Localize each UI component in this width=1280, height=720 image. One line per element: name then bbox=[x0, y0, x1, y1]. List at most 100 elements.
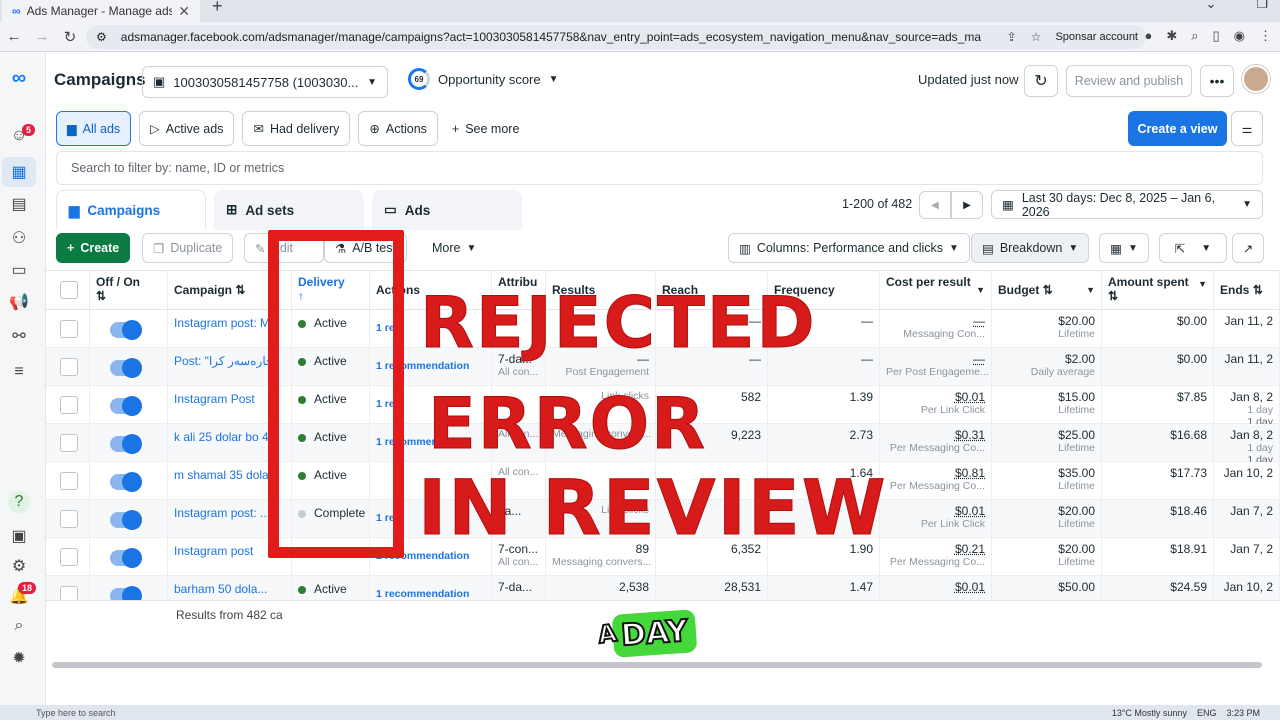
review-publish-button[interactable]: Review and publish bbox=[1066, 65, 1192, 97]
more-options-button[interactable]: ••• bbox=[1200, 65, 1234, 97]
prev-page-button[interactable]: ◀ bbox=[919, 191, 951, 219]
columns-label: Columns: Performance and clicks bbox=[756, 241, 943, 255]
export-button[interactable]: ⇱ ▼ bbox=[1159, 233, 1227, 263]
browser-tab[interactable]: ∞ Ads Manager - Manage ads - Ca ✕ bbox=[2, 0, 200, 22]
avatar[interactable] bbox=[1242, 65, 1270, 93]
settings-sliders-icon[interactable]: ⚌ bbox=[1231, 111, 1263, 146]
create-button[interactable]: + Create bbox=[56, 233, 131, 263]
campaign-name-link[interactable]: k ali 25 dolar bo 4 bbox=[174, 430, 269, 444]
sidepanel-icon[interactable]: ▯ bbox=[1213, 28, 1220, 44]
row-checkbox[interactable] bbox=[60, 434, 78, 452]
menu-icon[interactable]: ≡ bbox=[8, 361, 30, 383]
campaign-name-link[interactable]: barham 50 dola... bbox=[174, 582, 267, 596]
filter-active-ads[interactable]: ▷ Active ads bbox=[139, 111, 235, 146]
cell-freq: 2.73 bbox=[768, 424, 880, 462]
account-name: 1003030581457758 (1003030... bbox=[173, 74, 359, 90]
campaign-name-link[interactable]: m shamal 35 dolar bbox=[174, 468, 273, 482]
campaign-name-link[interactable]: Instagram Post bbox=[174, 392, 255, 406]
filter-had-delivery[interactable]: ✉ Had delivery bbox=[242, 111, 351, 146]
row-checkbox[interactable] bbox=[60, 396, 78, 414]
col-ends[interactable]: Ends ⇅ bbox=[1214, 271, 1280, 311]
bug-icon[interactable]: ✹ bbox=[8, 647, 30, 669]
tab-campaigns[interactable]: ▆ Campaigns bbox=[56, 190, 206, 230]
on-off-toggle[interactable] bbox=[110, 358, 142, 378]
row-checkbox[interactable] bbox=[60, 510, 78, 528]
maximize-icon[interactable]: ❐ bbox=[1256, 0, 1268, 12]
row-checkbox[interactable] bbox=[60, 320, 78, 338]
recommendation-link[interactable]: 1 recommendation bbox=[376, 588, 469, 600]
campaign-name-link[interactable]: Instagram post: ... bbox=[174, 506, 270, 520]
search-icon[interactable]: ⌕ bbox=[1191, 28, 1198, 44]
close-tab-icon[interactable]: ✕ bbox=[178, 3, 190, 20]
reload-icon[interactable]: ↻ bbox=[56, 28, 84, 46]
on-off-toggle[interactable] bbox=[110, 548, 142, 568]
audience-icon[interactable]: ⚇ bbox=[8, 227, 30, 249]
on-off-toggle[interactable] bbox=[110, 320, 142, 340]
menu-icon[interactable]: ⋮ bbox=[1259, 28, 1272, 44]
on-off-toggle[interactable] bbox=[110, 434, 142, 454]
campaign-name-link[interactable]: Instagram post: M bbox=[174, 316, 270, 330]
new-tab-icon[interactable]: + bbox=[212, 0, 223, 17]
col-amount-spent[interactable]: Amount spent ▼ ⇅ bbox=[1102, 271, 1214, 311]
chevron-down-icon[interactable]: ⌄ bbox=[1205, 0, 1216, 12]
refresh-button[interactable]: ↻ bbox=[1024, 65, 1058, 97]
caret-down-icon: ▼ bbox=[1198, 279, 1207, 289]
meta-logo-icon[interactable]: ∞ bbox=[8, 67, 30, 89]
more-button[interactable]: More ▼ bbox=[422, 233, 487, 263]
filter-all-ads[interactable]: ▆ All ads bbox=[56, 111, 132, 146]
site-info-icon[interactable]: ⚙ bbox=[96, 30, 107, 44]
row-checkbox[interactable] bbox=[60, 472, 78, 490]
taskbar-search[interactable]: Type here to search bbox=[36, 708, 186, 718]
on-off-toggle[interactable] bbox=[110, 510, 142, 530]
cookie-icon[interactable]: ● bbox=[1144, 28, 1152, 44]
tab-ad-sets[interactable]: ⊞ Ad sets bbox=[214, 190, 364, 230]
help-icon[interactable]: ? bbox=[8, 491, 30, 513]
breakdown-button[interactable]: ▤ Breakdown ▼ bbox=[971, 233, 1090, 263]
tab-ads[interactable]: ▭ Ads bbox=[372, 190, 522, 230]
account-selector[interactable]: ▣ 1003030581457758 (1003030... ▼ bbox=[142, 66, 388, 98]
cell-subtext: Lifetime bbox=[1058, 556, 1095, 568]
create-view-button[interactable]: Create a view bbox=[1128, 111, 1227, 146]
forward-icon[interactable]: → bbox=[28, 28, 56, 45]
os-taskbar: Type here to search 13°C Mostly sunny EN… bbox=[0, 705, 1280, 720]
horizontal-scrollbar[interactable] bbox=[52, 662, 1262, 668]
col-cost-per-result[interactable]: Cost per result ▼ bbox=[880, 271, 992, 311]
back-icon[interactable]: ← bbox=[0, 28, 28, 45]
share-icon[interactable]: ⇪ bbox=[1007, 30, 1017, 44]
on-off-toggle[interactable] bbox=[110, 472, 142, 492]
row-checkbox[interactable] bbox=[60, 548, 78, 566]
filter-actions[interactable]: ⊕ Actions bbox=[358, 111, 438, 146]
puzzle-icon[interactable]: ✱ bbox=[1166, 28, 1177, 44]
star-icon[interactable]: ☆ bbox=[1031, 30, 1042, 44]
see-more-button[interactable]: + See more bbox=[446, 111, 526, 146]
search-icon[interactable]: ⌕ bbox=[8, 615, 30, 637]
date-range-picker[interactable]: ▦ Last 30 days: Dec 8, 2025 – Jan 6, 202… bbox=[991, 190, 1263, 219]
billing-icon[interactable]: ▭ bbox=[8, 259, 30, 281]
alerts-badge: 18 bbox=[18, 582, 37, 594]
row-checkbox[interactable] bbox=[60, 358, 78, 376]
gear-icon[interactable]: ⚙ bbox=[8, 555, 30, 577]
pages-icon[interactable]: ▤ bbox=[8, 193, 30, 215]
url-field[interactable]: ⚙ adsmanager.facebook.com/adsmanager/man… bbox=[86, 25, 1146, 49]
megaphone-icon[interactable]: 📢 bbox=[8, 291, 30, 313]
search-input[interactable]: Search to filter by: name, ID or metrics bbox=[56, 151, 1263, 185]
on-off-toggle[interactable] bbox=[110, 396, 142, 416]
language: ENG bbox=[1196, 707, 1217, 718]
col-budget[interactable]: Budget ⇅ ▼ bbox=[992, 271, 1102, 311]
select-all-checkbox[interactable] bbox=[60, 281, 78, 299]
cell-value: $17.73 bbox=[1170, 466, 1207, 480]
columns-button[interactable]: ▥ Columns: Performance and clicks ▼ bbox=[728, 233, 970, 263]
col-onoff[interactable]: Off / On ⇅ bbox=[90, 271, 168, 311]
table-icon[interactable]: ▦ bbox=[8, 161, 30, 183]
opportunity-score[interactable]: 69 Opportunity score ▼ bbox=[408, 68, 559, 90]
duplicate-button[interactable]: ❐ Duplicate bbox=[142, 233, 234, 263]
tools-icon[interactable]: ⚯ bbox=[8, 325, 30, 347]
profile-icon[interactable]: ◉ bbox=[1234, 28, 1245, 44]
sponsor-account-label[interactable]: Sponsar account bbox=[1055, 31, 1138, 43]
campaign-name-link[interactable]: Post: "چارەسەر کرا bbox=[174, 354, 273, 368]
reports-button[interactable]: ▦ ▼ bbox=[1099, 233, 1149, 263]
report-icon[interactable]: ▣ bbox=[8, 525, 30, 547]
chart-button[interactable]: ↗ bbox=[1232, 233, 1264, 263]
next-page-button[interactable]: ▶ bbox=[951, 191, 983, 219]
campaign-name-link[interactable]: Instagram post bbox=[174, 544, 253, 558]
